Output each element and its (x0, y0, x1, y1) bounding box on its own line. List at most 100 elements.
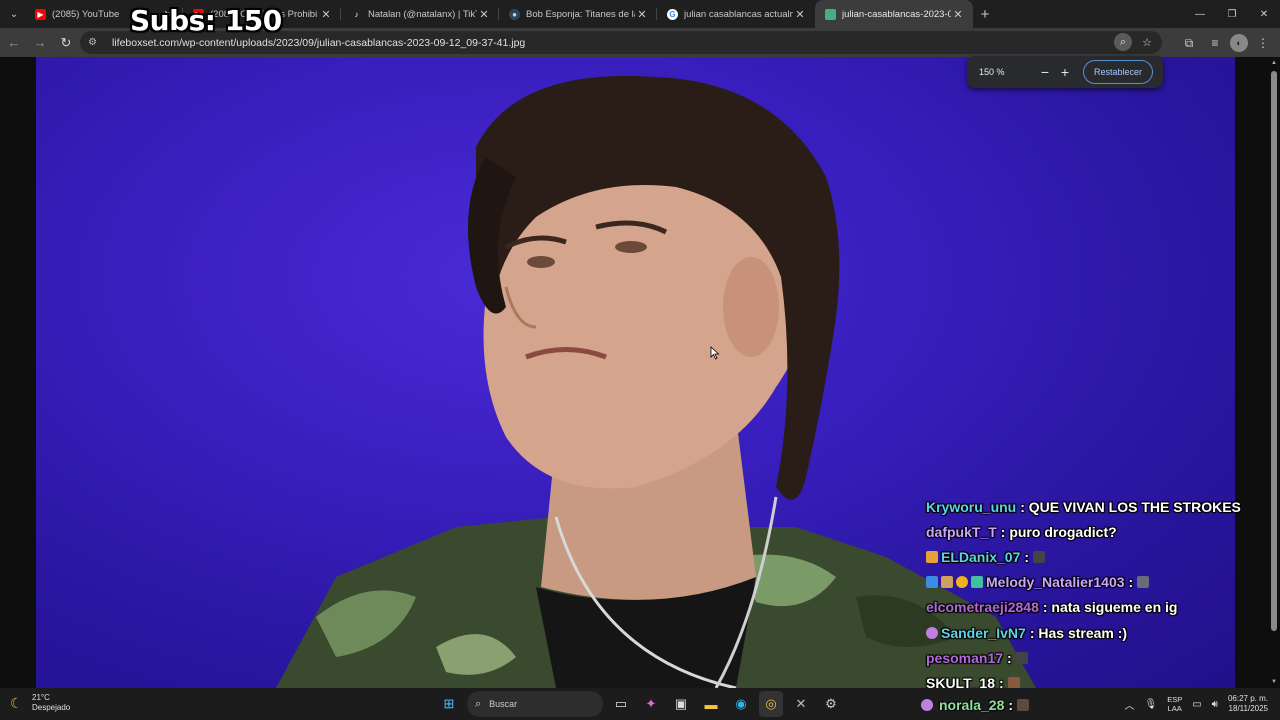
badge-1 (926, 576, 938, 589)
page-scrollbar[interactable]: ▲ ▼ (1270, 57, 1278, 688)
chat-username: norala_28 (939, 697, 1005, 713)
site-info-icon[interactable]: ⚙ (88, 37, 102, 48)
chat-message: Melody_Natalier1403 : (926, 570, 1266, 595)
chevron-up-icon[interactable]: ︿ (1124, 697, 1134, 712)
task-view-icon[interactable]: ▭ (609, 691, 633, 717)
minimize-icon[interactable]: — (1184, 0, 1216, 28)
close-icon[interactable]: ✕ (793, 8, 807, 21)
chat-text: : (1008, 697, 1014, 713)
close-icon[interactable]: ✕ (477, 8, 491, 21)
zoom-in-button[interactable]: + (1055, 64, 1075, 80)
zoom-icon[interactable]: ⌕ (1114, 33, 1132, 51)
chat-message-bottom: norala_28 : (921, 697, 1030, 713)
avatar[interactable]: ◐ (1230, 34, 1248, 52)
restore-icon[interactable]: ❐ (1216, 0, 1248, 28)
close-icon[interactable]: ✕ (951, 8, 965, 21)
tab-title: julian casablancas actualmente (684, 8, 793, 20)
reload-icon[interactable]: ↻ (54, 31, 78, 55)
clock[interactable]: 06:27 p. m. 18/11/2025 (1228, 694, 1268, 714)
crown-badge (926, 550, 938, 563)
chat-message: ELDanix_07 : (926, 544, 1266, 569)
file-explorer-icon[interactable]: ▬ (699, 691, 723, 717)
chat-username: Melody_Natalier1403 (986, 574, 1125, 591)
chat-username: Kryworu_unu (926, 498, 1017, 515)
start-windows-icon[interactable]: ⊞ (437, 691, 461, 717)
extensions-icon[interactable]: ⧉ (1178, 32, 1200, 54)
chat-text: : nata sigueme en ig (1042, 599, 1178, 616)
tab-search-button[interactable]: ⌄ (3, 3, 25, 25)
scroll-down-icon[interactable]: ▼ (1270, 679, 1278, 685)
tab-title: Bob Esponja: Titanes de las mar (526, 8, 635, 20)
window-controls: — ❐ ✕ (1184, 0, 1280, 28)
tab-title: Natalan (@natalanx) | TikTok (368, 8, 477, 20)
clock-date: 18/11/2025 (1228, 704, 1268, 713)
language-indicator[interactable]: ESP LAA (1167, 695, 1182, 713)
chat-message: pesoman17 : (926, 645, 1266, 670)
youtube-icon: ▶ (35, 8, 46, 20)
xbox-icon[interactable]: ✕ (789, 691, 813, 717)
tab-image[interactable]: julian-casablancas-2023-09-12 ✕ (815, 0, 973, 28)
chat-text: : puro drogadict? (1000, 523, 1117, 540)
chat-text: : (1128, 574, 1134, 591)
volume-icon[interactable]: 🔊︎ (1212, 699, 1218, 710)
chat-text: : (1024, 548, 1030, 565)
store-icon[interactable]: ▣ (669, 691, 693, 717)
url-text[interactable]: lifeboxset.com/wp-content/uploads/2023/0… (112, 37, 525, 49)
bookmark-star-icon[interactable]: ☆ (1138, 33, 1156, 51)
tab-title: julian-casablancas-2023-09-12 (842, 8, 951, 20)
chat-message: dafpukT_T : puro drogadict? (926, 519, 1266, 544)
forward-icon[interactable]: → (28, 31, 52, 55)
chat-text: : Has stream :) (1029, 624, 1128, 641)
menu-icon[interactable]: ⋮ (1252, 32, 1274, 54)
back-icon[interactable]: ← (2, 31, 26, 55)
lang-bottom: LAA (1167, 704, 1182, 713)
close-icon[interactable]: ✕ (319, 8, 333, 21)
moon-icon: ☾ (10, 695, 23, 711)
scrollbar-thumb[interactable] (1271, 71, 1277, 631)
chat-text: : QUE VIVAN LOS THE STROKES (1020, 498, 1241, 515)
chat-message: elcometraeji2848 : nata sigueme en ig (926, 595, 1266, 620)
weather-widget[interactable]: ☾ 21°C Despejado (10, 693, 70, 713)
subs-counter: Subs: 150 (130, 4, 282, 37)
chat-username: dafpukT_T (926, 523, 997, 540)
zoom-popup: 150 % − + Restablecer (967, 56, 1163, 88)
scroll-up-icon[interactable]: ▲ (1270, 60, 1278, 66)
media-icon[interactable]: ≡ (1204, 32, 1226, 54)
emote-icon (1015, 651, 1028, 664)
windows-taskbar: ☾ 21°C Despejado ⊞ ⌕ Buscar ▭ ✦ ▣ ▬ ◉ ◎ … (0, 688, 1280, 720)
network-icon[interactable]: ▭ (1192, 699, 1201, 710)
close-icon[interactable]: ✕ (635, 8, 649, 21)
chat-username: ELDanix_07 (941, 548, 1021, 565)
badge-3 (956, 576, 968, 589)
microphone-icon[interactable]: 🎙︎ (1144, 699, 1157, 710)
google-icon: G (667, 8, 678, 20)
tab-steam[interactable]: ● Bob Esponja: Titanes de las mar ✕ (499, 0, 657, 28)
steam-icon: ● (509, 8, 520, 20)
emote-icon (1137, 576, 1150, 589)
edge-icon[interactable]: ◉ (729, 691, 753, 717)
copilot-icon[interactable]: ✦ (639, 691, 663, 717)
search-icon: ⌕ (475, 697, 482, 710)
taskbar-search[interactable]: ⌕ Buscar (467, 691, 603, 717)
weather-temp: 21°C (32, 693, 50, 702)
new-tab-button[interactable]: + (973, 6, 997, 23)
chat-overlay: Kryworu_unu : QUE VIVAN LOS THE STROKES … (926, 494, 1266, 696)
tiktok-icon: ♪ (354, 9, 359, 19)
clock-time: 06:27 p. m. (1227, 694, 1268, 703)
weather-desc: Despejado (32, 703, 71, 712)
image-icon (825, 8, 836, 20)
chat-message: Kryworu_unu : QUE VIVAN LOS THE STROKES (926, 494, 1266, 519)
chat-username: elcometraeji2848 (926, 599, 1039, 616)
chat-message: Sander_IvN7 : Has stream :) (926, 620, 1266, 645)
settings-gear-icon[interactable]: ⚙ (819, 691, 843, 717)
zoom-out-button[interactable]: − (1035, 64, 1055, 80)
zoom-reset-button[interactable]: Restablecer (1083, 60, 1154, 84)
chat-text: : (1007, 649, 1012, 666)
badge-4 (971, 576, 983, 589)
bunny-badge (921, 699, 933, 711)
close-window-icon[interactable]: ✕ (1248, 0, 1280, 28)
chrome-icon[interactable]: ◎ (759, 691, 783, 717)
tab-tiktok[interactable]: ♪ Natalan (@natalanx) | TikTok ✕ (341, 0, 499, 28)
tab-google[interactable]: G julian casablancas actualmente ✕ (657, 0, 815, 28)
bunny-badge (926, 626, 938, 639)
